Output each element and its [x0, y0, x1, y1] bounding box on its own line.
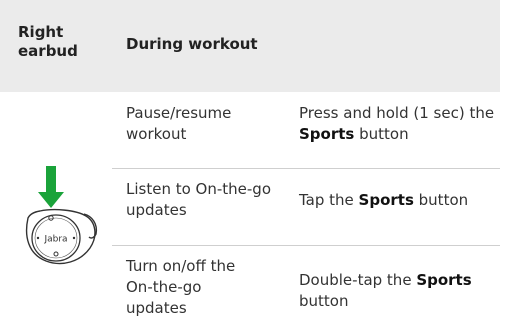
- table-row: Turn on/off the On-the-go updates Double…: [112, 246, 500, 334]
- action-label: Listen to On-the-go updates: [126, 180, 272, 219]
- controls-table: Right earbud During workout Jabra Pause/…: [0, 0, 500, 334]
- table-header: Right earbud During workout: [0, 0, 500, 92]
- sports-button-label: Sports: [358, 191, 414, 209]
- green-arrow-icon: [38, 166, 64, 208]
- header-during-workout: During workout: [126, 35, 258, 53]
- instruction-text: Tap the Sports button: [299, 190, 504, 211]
- earbud-illustration: Jabra: [25, 166, 98, 265]
- action-label: Pause/resume workout: [126, 104, 232, 143]
- header-right-earbud: Right earbud: [18, 23, 78, 60]
- instruction-post: button: [413, 191, 469, 209]
- instruction-pre: Press and hold (1 sec) the: [299, 104, 495, 122]
- instruction-pre: Double-tap the: [299, 271, 417, 289]
- sports-button-label: Sports: [299, 125, 355, 143]
- instruction-pre: Tap the: [299, 191, 359, 209]
- instruction-post: button: [354, 125, 409, 143]
- jabra-logo: Jabra: [43, 235, 67, 245]
- instruction-text: Press and hold (1 sec) the Sports button: [299, 103, 504, 145]
- table-row: Listen to On-the-go updates Tap the Spor…: [112, 169, 500, 245]
- instruction-text: Double-tap the Sports button: [299, 270, 499, 312]
- table-row: Pause/resume workout Press and hold (1 s…: [112, 92, 500, 168]
- instruction-post: button: [299, 292, 349, 310]
- sports-button-label: Sports: [416, 271, 472, 289]
- action-label: Turn on/off the On-the-go updates: [126, 257, 236, 317]
